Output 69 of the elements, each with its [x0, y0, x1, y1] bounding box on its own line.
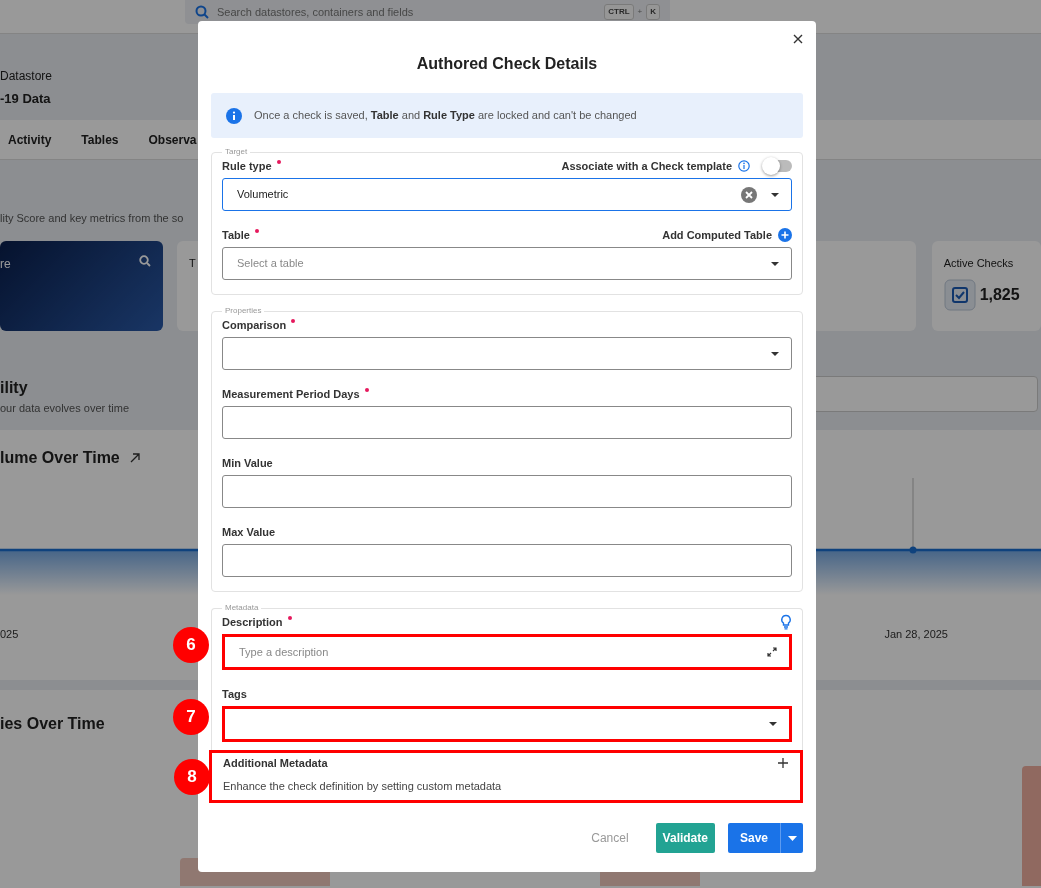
textarea-field[interactable]: Type a description	[222, 634, 792, 670]
modal-title: Authored Check Details	[416, 54, 598, 74]
overview-subtitle: lity Score and key metrics from the so	[0, 211, 185, 226]
external-link-icon[interactable]	[129, 453, 140, 463]
caret-icon[interactable]	[771, 192, 779, 197]
axis-label: 025	[0, 627, 19, 642]
section-subtitle: our data evolves over time	[0, 401, 129, 416]
field-label: Table	[222, 227, 250, 243]
plus-icon[interactable]	[778, 228, 792, 242]
select-field[interactable]: Select a table	[222, 247, 792, 280]
card-title: T	[188, 256, 196, 269]
plus-icon[interactable]	[778, 758, 788, 769]
info-icon	[738, 160, 750, 172]
datastore-label: Datastore	[0, 68, 54, 85]
field-label: Description	[222, 614, 283, 630]
select-field[interactable]: Volumetric	[222, 178, 792, 211]
section-legend: Metadata	[222, 604, 262, 612]
chart-title: lume Over Time	[0, 448, 120, 468]
field-label: Min Value	[222, 455, 273, 471]
panel-description: Enhance the check definition by setting custom metadata	[223, 778, 503, 794]
cancel-button[interactable]: Cancel	[577, 829, 643, 847]
axis-label: Jan 28, 2025	[884, 627, 948, 642]
datastore-name: -19 Data	[0, 90, 52, 108]
checkbox-icon	[943, 279, 976, 311]
lightbulb-icon[interactable]	[780, 614, 792, 630]
input-field[interactable]	[222, 544, 792, 577]
alert-text: Once a check is saved, Table and Rule Type are locked and can't be changed	[254, 108, 637, 124]
input-field[interactable]	[222, 475, 792, 508]
field-label: Rule type	[222, 158, 272, 174]
chart-title: ies Over Time	[0, 714, 105, 734]
section-title: ility	[0, 378, 29, 398]
search-icon	[138, 254, 151, 267]
field-label: Measurement Period Days	[222, 386, 360, 402]
caret-icon[interactable]	[769, 722, 777, 726]
field-label: Max Value	[222, 524, 276, 540]
section-legend: Target	[222, 148, 251, 156]
save-button[interactable]: Save	[727, 823, 780, 853]
tab[interactable]: Observa	[148, 130, 197, 149]
validate-button[interactable]: Validate	[655, 823, 715, 853]
expand-icon[interactable]	[767, 647, 777, 657]
metric-value: 1,825	[979, 285, 1020, 305]
tab[interactable]: Tables	[81, 130, 119, 149]
caret-icon[interactable]	[771, 261, 779, 266]
keyboard-key: CTRL	[604, 4, 634, 20]
info-icon	[226, 107, 242, 124]
tab[interactable]: Activity	[8, 130, 52, 149]
field-label: Tags	[222, 686, 247, 702]
card-title: re	[0, 255, 11, 273]
input-field[interactable]	[222, 406, 792, 439]
select-field[interactable]	[222, 706, 792, 742]
close-icon[interactable]	[793, 34, 803, 44]
shortcut-separator: +	[637, 6, 643, 18]
panel-title: Additional Metadata	[223, 756, 328, 771]
caret-icon[interactable]	[771, 351, 779, 356]
dropdown-toggle-button[interactable]	[780, 823, 803, 853]
section-legend: Properties	[222, 307, 265, 315]
step-number-badge: 7	[173, 699, 209, 735]
step-number-badge: 6	[173, 627, 209, 663]
keyboard-key: K	[646, 4, 660, 20]
field-label: Comparison	[222, 317, 287, 333]
caret-icon	[787, 835, 797, 841]
card-title: Active Checks	[943, 255, 1015, 271]
clear-icon[interactable]	[741, 186, 757, 203]
add-link[interactable]: Add Computed Table	[662, 226, 772, 244]
toggle-switch[interactable]	[764, 160, 792, 172]
select-field[interactable]	[222, 337, 792, 370]
search-field[interactable]: Search datastores, containers and fields CTRL + K	[185, 0, 670, 24]
toggle-label: Associate with a Check template	[561, 158, 732, 174]
search-icon	[195, 5, 209, 19]
